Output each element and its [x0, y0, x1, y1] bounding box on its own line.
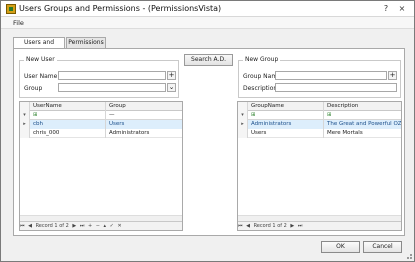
- table-row[interactable]: ▸ cbh Users: [20, 120, 182, 129]
- groupname-input[interactable]: [275, 71, 387, 80]
- filter-group-cell[interactable]: —: [106, 111, 182, 120]
- first-record-icon[interactable]: ⏮: [20, 223, 25, 229]
- groupname-cell[interactable]: Users: [248, 129, 324, 138]
- table-row[interactable]: Users Mere Mortals: [238, 129, 401, 138]
- main-window: Users Groups and Permissions - (Permissi…: [0, 0, 415, 262]
- search-ad-button[interactable]: Search A.D.: [184, 54, 233, 66]
- add-group-button[interactable]: +: [388, 71, 397, 80]
- window-title: Users Groups and Permissions - (Permissi…: [19, 4, 222, 13]
- remove-record-icon[interactable]: −: [96, 223, 100, 229]
- description-label: Description: [243, 85, 278, 92]
- save-record-icon[interactable]: ✓: [110, 223, 114, 229]
- next-record-icon[interactable]: ▶: [72, 223, 76, 229]
- close-button[interactable]: ×: [397, 4, 407, 13]
- groups-filter-row: ▾ ⊞ ⊞: [238, 111, 401, 120]
- filter-icon: ▾: [20, 111, 30, 120]
- username-input[interactable]: [58, 71, 166, 80]
- groups-grid: GroupName Description ▾ ⊞ ⊞ ▸ Administra…: [237, 101, 402, 231]
- users-record-navigator: ⏮ ◀ Record 1 of 2 ▶ ⏭ + − ▴ ✓ ✕: [20, 221, 182, 230]
- menu-bar: File: [1, 17, 414, 29]
- prev-record-icon[interactable]: ◀: [28, 223, 32, 229]
- users-grid: UserName Group ▾ ⊞ — ▸ cbh Users chris_0…: [19, 101, 183, 231]
- users-grid-header: UserName Group: [20, 102, 182, 111]
- title-bar: Users Groups and Permissions - (Permissi…: [1, 1, 414, 17]
- description-cell[interactable]: The Great and Powerful OZ: [324, 120, 401, 129]
- group-cell[interactable]: Administrators: [106, 129, 182, 138]
- first-record-icon[interactable]: ⏮: [238, 223, 243, 229]
- filter-username-cell[interactable]: ⊞: [30, 111, 106, 120]
- group-select[interactable]: [58, 83, 166, 92]
- ok-button[interactable]: OK: [321, 241, 360, 253]
- last-record-icon[interactable]: ⏭: [80, 223, 85, 229]
- app-icon: [6, 4, 16, 14]
- record-counter: Record 1 of 2: [253, 223, 287, 229]
- row-indicator: [20, 129, 30, 138]
- col-header-username[interactable]: UserName: [30, 102, 106, 111]
- row-indicator-header: [238, 102, 248, 111]
- col-header-group[interactable]: Group: [106, 102, 182, 111]
- col-header-description[interactable]: Description: [324, 102, 401, 111]
- add-record-icon[interactable]: +: [88, 223, 92, 229]
- new-group-title: New Group: [243, 56, 281, 63]
- groups-grid-header: GroupName Description: [238, 102, 401, 111]
- cancel-button[interactable]: Cancel: [363, 241, 402, 253]
- description-input[interactable]: [275, 83, 397, 92]
- new-group-groupbox: New Group Group Name + Description: [238, 56, 401, 98]
- help-button[interactable]: ?: [381, 4, 391, 13]
- username-cell[interactable]: cbh: [30, 120, 106, 129]
- filter-groupname-cell[interactable]: ⊞: [248, 111, 324, 120]
- row-indicator: ▸: [238, 120, 248, 129]
- edit-record-icon[interactable]: ▴: [104, 223, 107, 229]
- row-indicator: ▸: [20, 120, 30, 129]
- row-indicator: [238, 129, 248, 138]
- table-row[interactable]: chris_000 Administrators: [20, 129, 182, 138]
- resize-grip-icon[interactable]: [407, 254, 412, 259]
- users-filter-row: ▾ ⊞ —: [20, 111, 182, 120]
- next-record-icon[interactable]: ▶: [290, 223, 294, 229]
- record-counter: Record 1 of 2: [35, 223, 69, 229]
- prev-record-icon[interactable]: ◀: [246, 223, 250, 229]
- group-label: Group: [24, 85, 43, 92]
- description-cell[interactable]: Mere Mortals: [324, 129, 401, 138]
- group-cell[interactable]: Users: [106, 120, 182, 129]
- add-user-button[interactable]: +: [167, 71, 176, 80]
- username-cell[interactable]: chris_000: [30, 129, 106, 138]
- cancel-record-icon[interactable]: ✕: [117, 223, 121, 229]
- last-record-icon[interactable]: ⏭: [298, 223, 303, 229]
- row-indicator-header: [20, 102, 30, 111]
- groups-record-navigator: ⏮ ◀ Record 1 of 2 ▶ ⏭: [238, 221, 401, 230]
- menu-file[interactable]: File: [13, 19, 24, 27]
- filter-description-cell[interactable]: ⊞: [324, 111, 401, 120]
- new-user-groupbox: New User User Name + Group ⌄: [19, 56, 179, 98]
- col-header-groupname[interactable]: GroupName: [248, 102, 324, 111]
- username-label: User Name: [24, 73, 58, 80]
- groupname-cell[interactable]: Administrators: [248, 120, 324, 129]
- filter-icon: ▾: [238, 111, 248, 120]
- chevron-down-icon[interactable]: ⌄: [167, 83, 176, 92]
- new-user-title: New User: [24, 56, 57, 63]
- table-row[interactable]: ▸ Administrators The Great and Powerful …: [238, 120, 401, 129]
